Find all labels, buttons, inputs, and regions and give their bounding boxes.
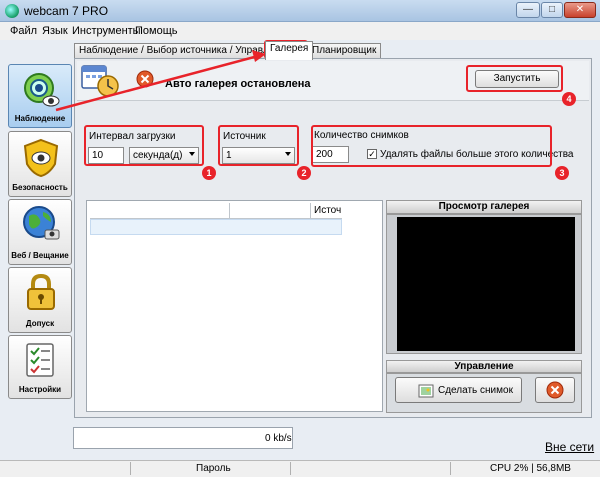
- annotation-arrow: [55, 50, 266, 112]
- tab-gallery[interactable]: Галерея: [265, 41, 314, 60]
